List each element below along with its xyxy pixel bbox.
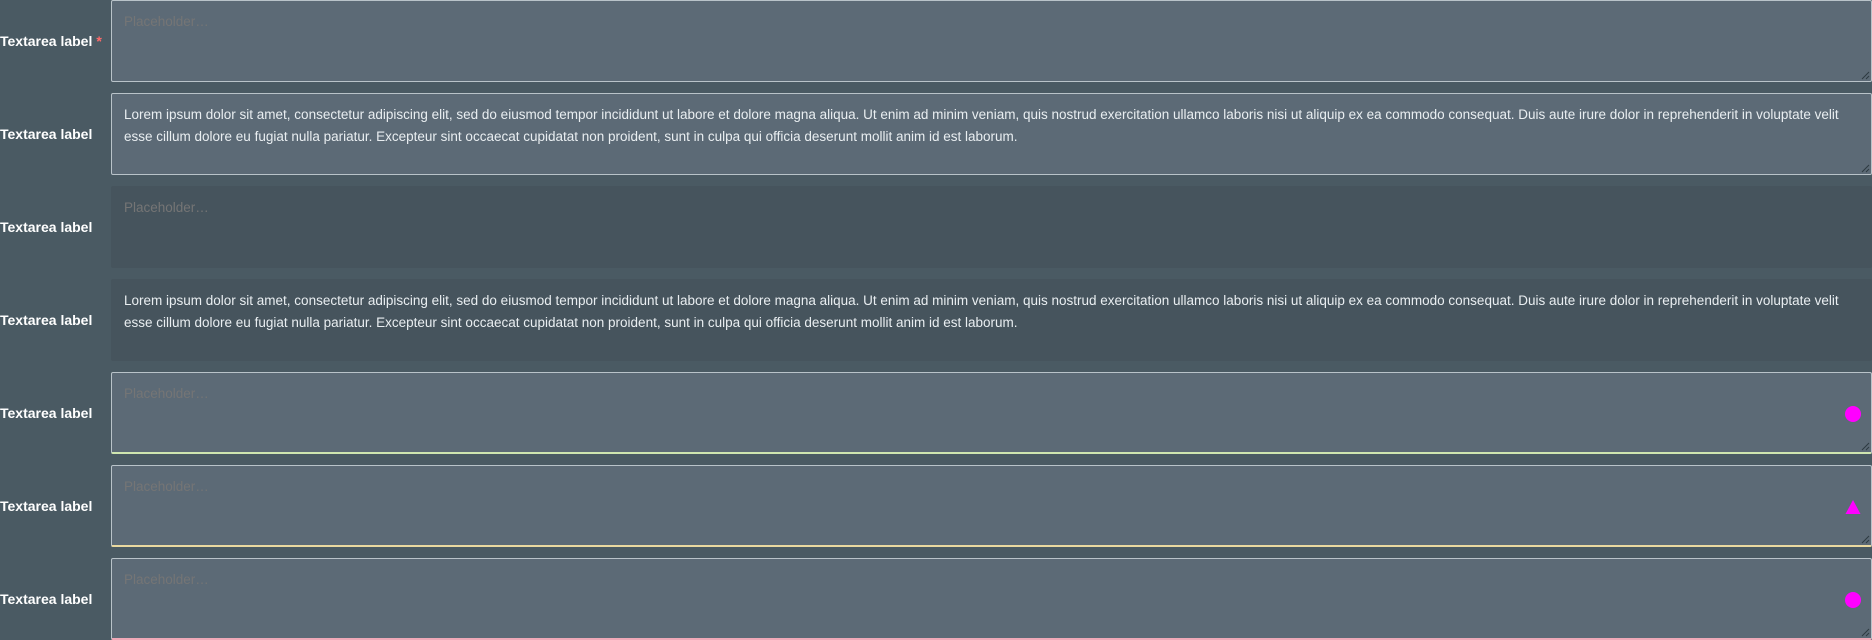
textarea-row-warning: Textarea label xyxy=(0,465,1872,547)
resize-handle-icon[interactable] xyxy=(1860,627,1870,637)
field-label: Textarea label xyxy=(0,405,93,421)
textarea-row-required: Textarea label * xyxy=(0,0,1872,82)
textarea-container: Lorem ipsum dolor sit amet, consectetur … xyxy=(111,93,1872,175)
textarea-input[interactable] xyxy=(124,466,1831,545)
circle-status-icon xyxy=(1845,406,1861,422)
textarea-input: Lorem ipsum dolor sit amet, consectetur … xyxy=(124,280,1861,360)
field-label: Textarea label xyxy=(0,126,93,142)
field-label-text: Textarea label xyxy=(0,33,93,49)
textarea-input[interactable] xyxy=(124,373,1831,452)
textarea-input[interactable] xyxy=(124,559,1831,638)
textarea-row-disabled: Textarea label xyxy=(0,186,1872,268)
circle-status-icon xyxy=(1845,592,1861,608)
required-mark: * xyxy=(96,33,102,49)
textarea-container xyxy=(111,372,1872,454)
textarea-row-filled: Textarea label Lorem ipsum dolor sit ame… xyxy=(0,93,1872,175)
textarea-row-error: Textarea label xyxy=(0,558,1872,640)
textarea-container xyxy=(111,465,1872,547)
field-label: Textarea label xyxy=(0,591,93,607)
resize-handle-icon[interactable] xyxy=(1860,70,1870,80)
resize-handle-icon[interactable] xyxy=(1860,441,1870,451)
textarea-container xyxy=(111,558,1872,640)
textarea-input[interactable]: Lorem ipsum dolor sit amet, consectetur … xyxy=(124,94,1861,174)
textarea-container xyxy=(111,0,1872,82)
warning-triangle-icon xyxy=(1845,499,1861,515)
textarea-container xyxy=(111,186,1872,268)
field-label: Textarea label xyxy=(0,312,93,328)
textarea-input xyxy=(124,187,1861,267)
textarea-form: Textarea label* Textarea label Lorem ips… xyxy=(0,0,1872,640)
textarea-input[interactable] xyxy=(124,1,1861,81)
field-label: Textarea label * xyxy=(0,0,102,82)
textarea-container: Lorem ipsum dolor sit amet, consectetur … xyxy=(111,279,1872,361)
field-label: Textarea label xyxy=(0,498,93,514)
resize-handle-icon[interactable] xyxy=(1860,534,1870,544)
field-label: Textarea label xyxy=(0,219,93,235)
resize-handle-icon[interactable] xyxy=(1860,163,1870,173)
textarea-row-success: Textarea label xyxy=(0,372,1872,454)
textarea-row-disabled-filled: Textarea label Lorem ipsum dolor sit ame… xyxy=(0,279,1872,361)
